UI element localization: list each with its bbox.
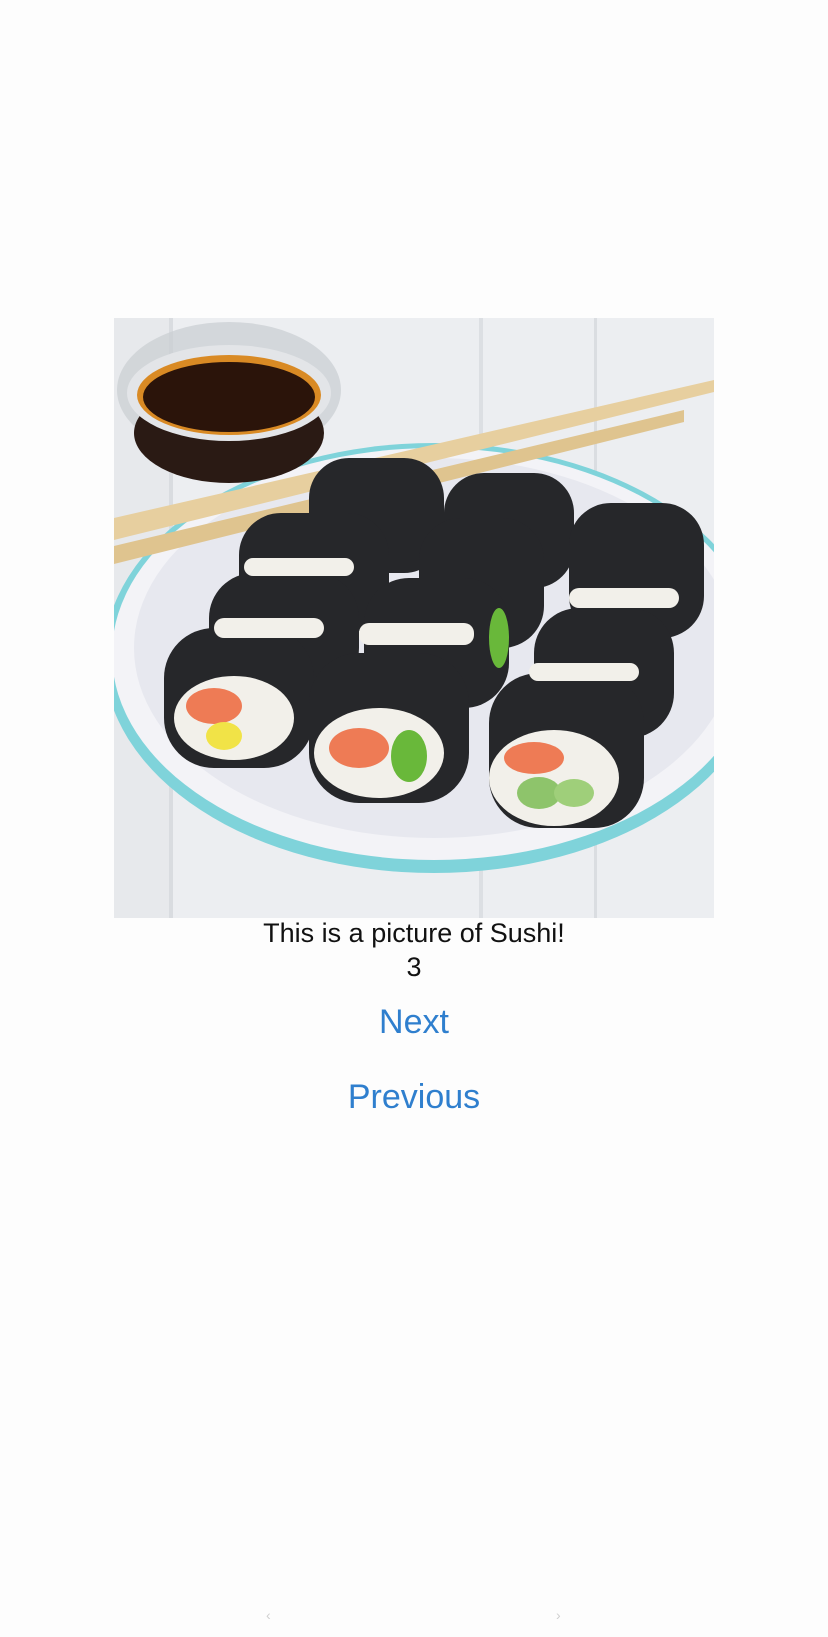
forward-chevron-icon: › bbox=[556, 1607, 561, 1623]
previous-button[interactable]: Previous bbox=[0, 1078, 828, 1117]
back-chevron-icon: ‹ bbox=[266, 1607, 271, 1623]
bottom-toolbar-hint: ‹ › bbox=[0, 1607, 828, 1627]
sushi-photo bbox=[114, 318, 714, 918]
next-button[interactable]: Next bbox=[0, 1003, 828, 1042]
photo-counter: 3 bbox=[406, 952, 422, 982]
photo-caption: This is a picture of Sushi! bbox=[263, 918, 565, 948]
sushi-illustration bbox=[114, 318, 714, 918]
